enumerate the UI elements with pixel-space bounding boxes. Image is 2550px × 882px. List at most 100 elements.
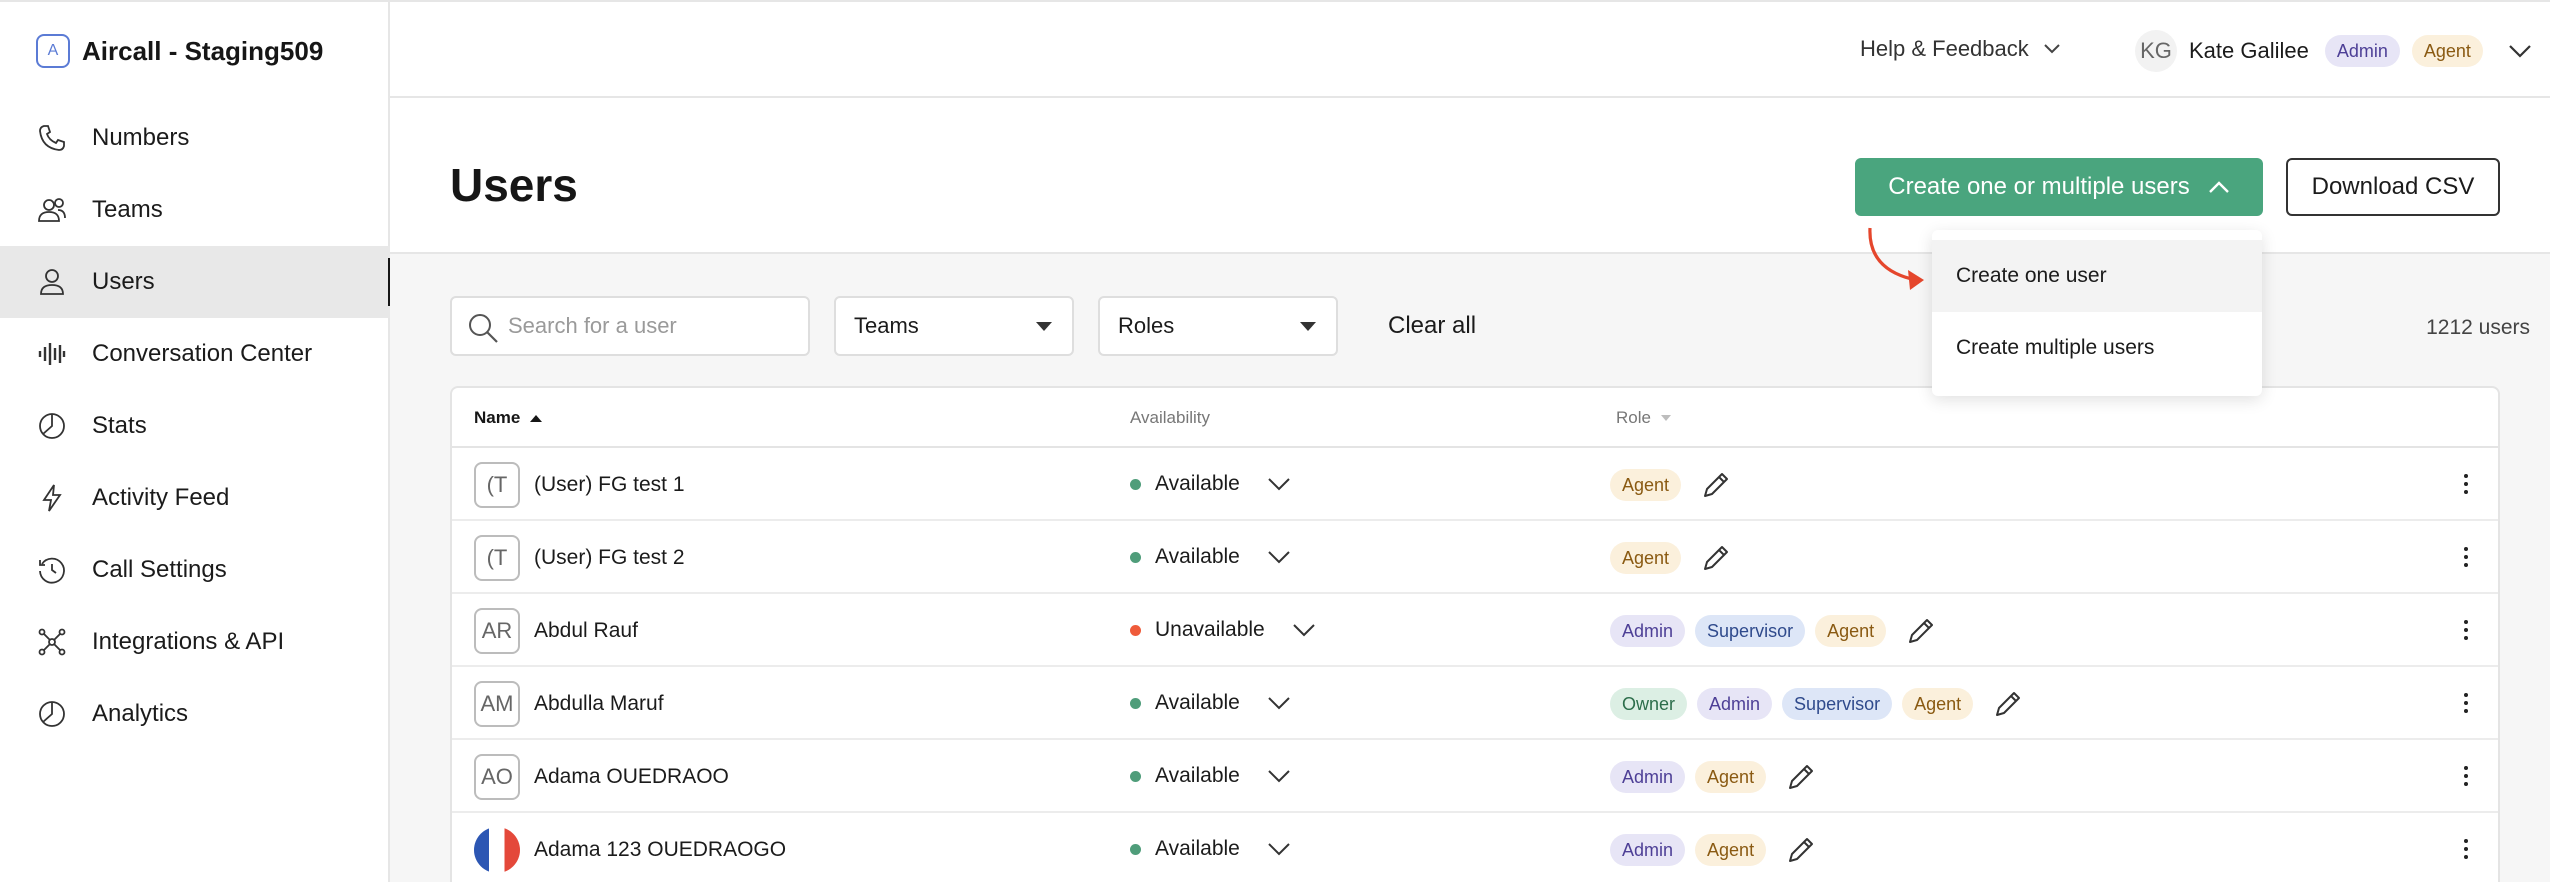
status-dot-icon — [1130, 551, 1141, 563]
chevron-down-icon — [2509, 45, 2531, 58]
table-row[interactable]: AO Adama OUEDRAOO Available Admin Agent — [452, 740, 2498, 813]
sidebar-item-label: Stats — [92, 412, 147, 439]
table-row[interactable]: (T (User) FG test 2 Available Agent — [452, 521, 2498, 594]
user-name[interactable]: Adama OUEDRAOO — [534, 765, 729, 789]
annotation-arrow-icon — [1868, 227, 1924, 290]
users-table: Name Availability Role (T (User) FG test … — [450, 386, 2500, 882]
sidebar-item-label: Users — [92, 268, 155, 295]
role-badge-admin: Admin — [1610, 615, 1686, 647]
chevron-down-icon — [1268, 770, 1290, 783]
waveform-icon — [36, 338, 68, 370]
clear-all-button[interactable]: Clear all — [1388, 312, 1476, 340]
availability-dropdown[interactable]: Available — [1130, 837, 1292, 861]
create-users-button[interactable]: Create one or multiple users — [1855, 158, 2263, 216]
create-one-user-option[interactable]: Create one user — [1932, 240, 2262, 312]
search-field[interactable] — [450, 296, 810, 356]
teams-filter[interactable]: Teams — [834, 296, 1074, 356]
roles-cell: Admin Supervisor Agent — [1610, 614, 1938, 648]
chevron-down-icon — [2044, 44, 2060, 54]
sidebar-item-conversation-center[interactable]: Conversation Center — [0, 318, 390, 390]
user-menu[interactable]: KG Kate Galilee Admin Agent — [2135, 30, 2533, 72]
chevron-down-icon — [1293, 624, 1315, 637]
user-name-cell: (T (User) FG test 2 — [474, 535, 685, 581]
user-name[interactable]: (User) FG test 1 — [534, 473, 685, 497]
teams-filter-label: Teams — [854, 313, 919, 338]
table-row[interactable]: AR Abdul Rauf Unavailable Admin Supervisor Ag… — [452, 594, 2498, 667]
edit-pencil-icon[interactable] — [1784, 833, 1818, 867]
edit-pencil-icon[interactable] — [1699, 468, 1733, 502]
search-input[interactable] — [508, 313, 788, 339]
user-name[interactable]: Abdul Rauf — [534, 619, 638, 643]
lightning-icon — [36, 482, 68, 514]
help-feedback-menu[interactable]: Help & Feedback — [1860, 36, 2061, 62]
sidebar-item-label: Activity Feed — [92, 484, 230, 511]
edit-pencil-icon[interactable] — [1991, 687, 2025, 721]
role-badge-agent: Agent — [1610, 469, 1682, 501]
download-csv-button[interactable]: Download CSV — [2286, 158, 2500, 216]
user-name[interactable]: (User) FG test 2 — [534, 546, 685, 570]
more-options-icon[interactable] — [2456, 616, 2476, 644]
sort-icon — [1660, 415, 1671, 421]
more-options-icon[interactable] — [2456, 835, 2476, 863]
sidebar-item-stats[interactable]: Stats — [0, 390, 390, 462]
role-badge-agent: Agent — [1815, 615, 1887, 647]
france-flag-avatar — [474, 827, 520, 873]
company-name: Aircall - Staging509 — [82, 35, 324, 66]
user-name-cell: AM Abdulla Maruf — [474, 681, 664, 727]
more-options-icon[interactable] — [2456, 543, 2476, 571]
edit-pencil-icon[interactable] — [1784, 760, 1818, 794]
sort-ascending-icon — [530, 414, 543, 422]
sidebar-item-label: Numbers — [92, 124, 190, 151]
roles-cell: Owner Admin Supervisor Agent — [1610, 687, 2025, 721]
sidebar-item-label: Conversation Center — [92, 340, 313, 367]
network-icon — [36, 626, 68, 658]
edit-pencil-icon[interactable] — [1904, 614, 1938, 648]
sidebar-item-numbers[interactable]: Numbers — [0, 102, 390, 174]
chevron-down-icon — [1268, 551, 1290, 564]
availability-dropdown[interactable]: Available — [1130, 691, 1292, 715]
sidebar-item-label: Call Settings — [92, 556, 227, 583]
more-options-icon[interactable] — [2456, 689, 2476, 717]
user-name[interactable]: Abdulla Maruf — [534, 692, 664, 716]
sidebar-item-users[interactable]: Users — [0, 246, 392, 318]
column-header-availability: Availability — [1130, 408, 1211, 427]
role-badge-agent: Agent — [1610, 542, 1682, 574]
page-title: Users — [450, 159, 578, 211]
availability-label: Available — [1155, 837, 1240, 860]
roles-filter[interactable]: Roles — [1098, 296, 1338, 356]
availability-dropdown[interactable]: Available — [1130, 472, 1292, 496]
sidebar-item-teams[interactable]: Teams — [0, 174, 390, 246]
table-row[interactable]: Adama 123 OUEDRAOGO Available Admin Agent — [452, 813, 2498, 882]
brand[interactable]: A Aircall - Staging509 — [36, 34, 323, 68]
availability-dropdown[interactable]: Available — [1130, 764, 1292, 788]
more-options-icon[interactable] — [2456, 470, 2476, 498]
table-row[interactable]: AM Abdulla Maruf Available Owner Admin Superv… — [452, 667, 2498, 740]
sidebar-item-label: Teams — [92, 196, 163, 223]
user-avatar: AR — [474, 608, 520, 654]
column-header-role[interactable]: Role — [1616, 408, 1671, 428]
sidebar: A Aircall - Staging509 Numbers Teams Use… — [0, 0, 392, 882]
user-name-cell: AO Adama OUEDRAOO — [474, 754, 729, 800]
phone-icon — [36, 122, 68, 154]
history-icon — [36, 554, 68, 586]
table-row[interactable]: (T (User) FG test 1 Available Agent — [452, 448, 2498, 521]
avatar: KG — [2135, 30, 2177, 72]
user-avatar: AM — [474, 681, 520, 727]
availability-dropdown[interactable]: Unavailable — [1130, 618, 1317, 642]
more-options-icon[interactable] — [2456, 762, 2476, 790]
sidebar-item-activity-feed[interactable]: Activity Feed — [0, 462, 390, 534]
availability-dropdown[interactable]: Available — [1130, 545, 1292, 569]
roles-cell: Admin Agent — [1610, 833, 1818, 867]
edit-pencil-icon[interactable] — [1699, 541, 1733, 575]
column-header-role-label: Role — [1616, 408, 1651, 427]
user-name-cell: (T (User) FG test 1 — [474, 462, 685, 508]
create-multiple-users-option[interactable]: Create multiple users — [1932, 312, 2262, 384]
sidebar-item-analytics[interactable]: Analytics — [0, 678, 390, 750]
chevron-up-icon — [2208, 181, 2229, 193]
user-name[interactable]: Adama 123 OUEDRAOGO — [534, 838, 786, 862]
sidebar-item-integrations-api[interactable]: Integrations & API — [0, 606, 390, 678]
column-header-name[interactable]: Name — [474, 408, 543, 428]
user-icon — [36, 266, 68, 298]
create-users-dropdown: Create one user Create multiple users — [1932, 230, 2262, 396]
sidebar-item-call-settings[interactable]: Call Settings — [0, 534, 390, 606]
